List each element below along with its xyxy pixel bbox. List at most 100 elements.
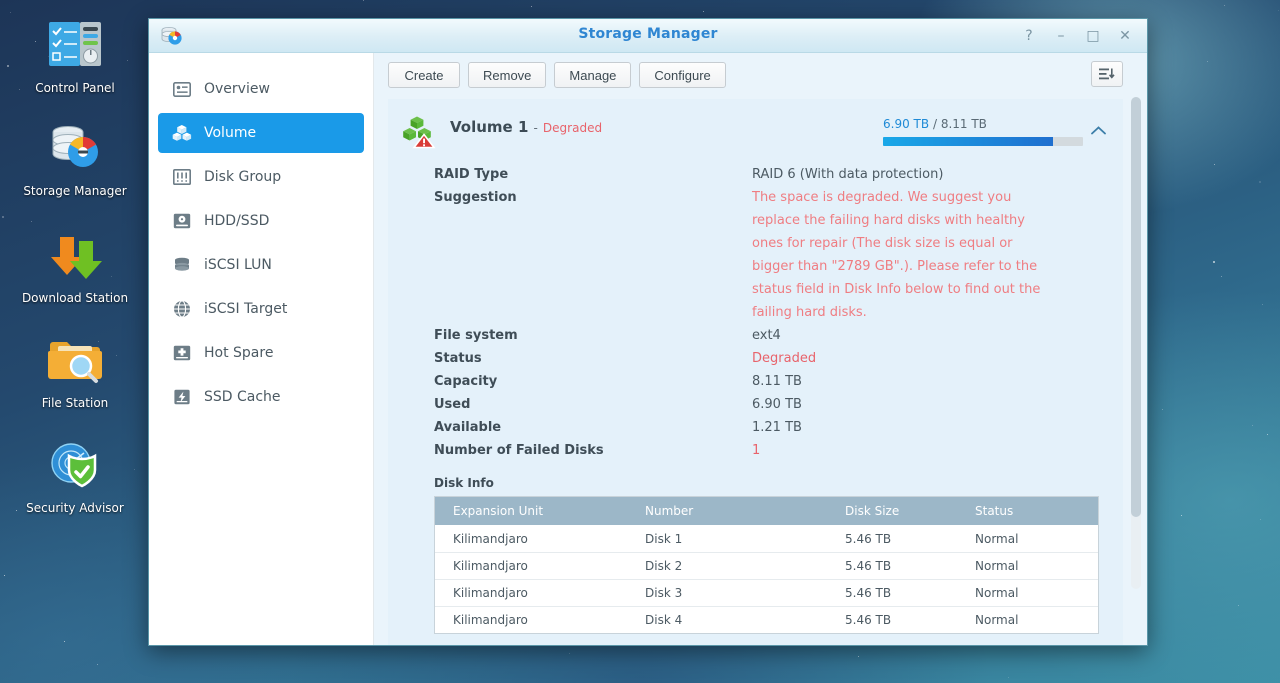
- sort-list-icon[interactable]: [1091, 61, 1123, 87]
- sidebar-item-label: Volume: [204, 125, 257, 141]
- table-cell: Disk 2: [645, 559, 683, 573]
- desktop-icon-label: Storage Manager: [23, 184, 127, 198]
- property-value: 6.90 TB: [752, 397, 802, 412]
- table-cell: Kilimandjaro: [453, 586, 528, 600]
- column-header: Status: [975, 504, 1014, 518]
- sidebar-item-iscsi-target[interactable]: iSCSI Target: [158, 289, 364, 329]
- volume-title-block: Volume 1 - Degraded: [450, 113, 602, 136]
- sidebar-item-disk-group[interactable]: Disk Group: [158, 157, 364, 197]
- property-key: File system: [434, 328, 518, 343]
- property-value: Degraded: [752, 351, 817, 366]
- table-cell: Normal: [975, 613, 1019, 627]
- volume-properties: RAID Type RAID 6 (With data protection) Su…: [388, 149, 1123, 462]
- capacity-total: 8.11 TB: [940, 117, 987, 131]
- table-cell: Disk 4: [645, 613, 683, 627]
- property-key: RAID Type: [434, 167, 509, 182]
- desktop-icon-file-station[interactable]: File Station: [0, 329, 150, 410]
- manage-button[interactable]: Manage: [554, 62, 632, 88]
- capacity-bar-fill: [883, 137, 1053, 146]
- window-title: Storage Manager: [578, 26, 718, 42]
- capacity-used: 6.90 TB: [883, 117, 930, 131]
- sidebar-item-label: Disk Group: [204, 169, 282, 185]
- column-header: Disk Size: [845, 504, 900, 518]
- property-row: Status Degraded: [434, 347, 1113, 370]
- sidebar-item-hdd-ssd[interactable]: HDD/SSD: [158, 201, 364, 241]
- table-cell: Normal: [975, 559, 1019, 573]
- desktop-icon-storage-manager[interactable]: Storage Manager: [0, 117, 150, 198]
- capacity-bar: [883, 137, 1083, 146]
- create-button[interactable]: Create: [388, 62, 460, 88]
- property-value: 1: [752, 443, 761, 458]
- file-station-icon: [0, 329, 150, 391]
- property-row: RAID Type RAID 6 (With data protection): [434, 163, 1113, 186]
- sidebar-item-label: iSCSI Target: [204, 301, 288, 317]
- property-value: 8.11 TB: [752, 374, 802, 389]
- desktop-icon-label: Download Station: [21, 291, 129, 305]
- vertical-scrollbar[interactable]: [1131, 97, 1141, 589]
- security-advisor-icon: [0, 434, 150, 496]
- remove-button[interactable]: Remove: [468, 62, 547, 88]
- table-cell: 5.46 TB: [845, 559, 892, 573]
- desktop-icon-list: Control Panel Storage Manager Download S…: [0, 0, 150, 515]
- sidebar-item-hot-spare[interactable]: Hot Spare: [158, 333, 364, 373]
- maximize-button[interactable]: □: [1079, 23, 1107, 49]
- property-row: Capacity 8.11 TB: [434, 370, 1113, 393]
- table-cell: Normal: [975, 531, 1019, 546]
- sidebar: Overview Volume Disk Group HDD/SSD iSCSI…: [149, 53, 374, 645]
- desktop-icon-security-advisor[interactable]: Security Advisor: [0, 434, 150, 515]
- minimize-button[interactable]: –: [1047, 23, 1075, 49]
- close-button[interactable]: ✕: [1111, 23, 1139, 49]
- desktop-icon-label: Security Advisor: [26, 501, 124, 515]
- hdd-ssd-icon: [172, 211, 192, 231]
- ssd-cache-icon: [172, 387, 192, 407]
- table-cell: 5.46 TB: [845, 586, 892, 600]
- table-row[interactable]: Kilimandjaro Disk 4 5.46 TB Normal: [435, 606, 1098, 633]
- chevron-up-icon[interactable]: [1083, 113, 1113, 139]
- toolbar: Create Remove Manage Configure: [374, 53, 1147, 89]
- capacity-separator: /: [932, 117, 937, 131]
- status-badge: Degraded: [542, 121, 603, 135]
- volume-panel: Volume 1 - Degraded 6.90 TB / 8.11 TB RA…: [388, 99, 1123, 645]
- desktop-icon-control-panel[interactable]: Control Panel: [0, 14, 150, 95]
- volume-degraded-icon: [402, 115, 436, 149]
- sidebar-item-volume[interactable]: Volume: [158, 113, 364, 153]
- property-key: Suggestion: [434, 190, 517, 205]
- desktop-icon-download-station[interactable]: Download Station: [0, 224, 150, 305]
- hot-spare-icon: [172, 343, 192, 363]
- property-key: Status: [434, 351, 482, 366]
- sidebar-item-ssd-cache[interactable]: SSD Cache: [158, 377, 364, 417]
- hot-spare-title: Available Hot Spare Disks: [388, 634, 1123, 645]
- property-value: RAID 6 (With data protection): [752, 167, 944, 182]
- sidebar-item-label: Overview: [204, 81, 270, 97]
- property-value: 1.21 TB: [752, 420, 802, 435]
- table-row[interactable]: Kilimandjaro Disk 1 5.46 TB Normal: [435, 525, 1098, 552]
- sidebar-item-iscsi-lun[interactable]: iSCSI LUN: [158, 245, 364, 285]
- table-row[interactable]: Kilimandjaro Disk 3 5.46 TB Normal: [435, 579, 1098, 606]
- capacity-meter: 6.90 TB / 8.11 TB: [883, 113, 1083, 146]
- scrollbar-thumb[interactable]: [1131, 97, 1141, 517]
- column-header: Expansion Unit: [453, 504, 544, 518]
- sidebar-item-label: Hot Spare: [204, 345, 274, 361]
- property-row: Used 6.90 TB: [434, 393, 1113, 416]
- sidebar-item-overview[interactable]: Overview: [158, 69, 364, 109]
- table-cell: Kilimandjaro: [453, 531, 528, 546]
- property-row: Suggestion The space is degraded. We sugg…: [434, 186, 1113, 324]
- download-station-icon: [0, 224, 150, 286]
- table-row[interactable]: Kilimandjaro Disk 2 5.46 TB Normal: [435, 552, 1098, 579]
- iscsi-target-icon: [172, 299, 192, 319]
- table-cell: Disk 3: [645, 586, 683, 600]
- volume-title-separator: -: [533, 121, 538, 135]
- control-panel-icon: [0, 14, 150, 76]
- overview-icon: [172, 79, 192, 99]
- property-row: File system ext4: [434, 324, 1113, 347]
- table-cell: Kilimandjaro: [453, 559, 528, 573]
- disk-group-icon: [172, 167, 192, 187]
- storage-manager-window: Storage Manager ? – □ ✕ Overview Volume …: [148, 18, 1148, 646]
- sidebar-item-label: SSD Cache: [204, 389, 281, 405]
- configure-button[interactable]: Configure: [639, 62, 726, 88]
- window-titlebar: Storage Manager ? – □ ✕: [149, 19, 1147, 53]
- help-button[interactable]: ?: [1015, 23, 1043, 49]
- desktop-icon-label: Control Panel: [35, 81, 115, 95]
- disk-info-table: Expansion Unit Number Disk Size Status K…: [434, 496, 1099, 634]
- volume-header: Volume 1 - Degraded 6.90 TB / 8.11 TB: [388, 109, 1123, 149]
